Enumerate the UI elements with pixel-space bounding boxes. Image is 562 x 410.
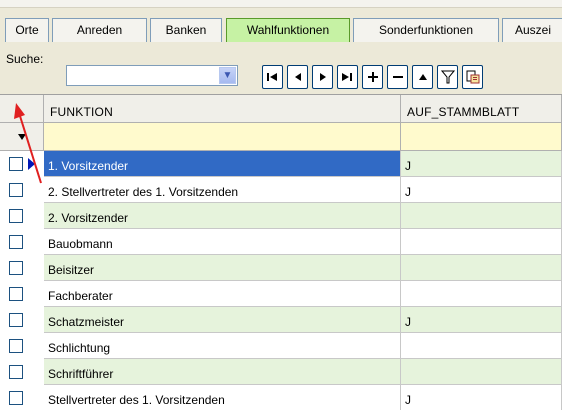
export-icon bbox=[466, 70, 479, 84]
add-record-icon bbox=[367, 72, 378, 82]
cell-auf-stammblatt[interactable] bbox=[401, 333, 562, 359]
cell-funktion[interactable]: Schatzmeister bbox=[44, 307, 401, 333]
cell-funktion[interactable]: 2. Stellvertreter des 1. Vorsitzenden bbox=[44, 177, 401, 203]
row-checkbox[interactable] bbox=[9, 157, 23, 171]
first-record-icon bbox=[267, 73, 277, 81]
data-grid: FUNKTION AUF_STAMMBLATT 1. Vorsitzender J… bbox=[0, 94, 562, 410]
up-icon bbox=[418, 74, 427, 80]
delete-record-button[interactable] bbox=[387, 65, 408, 89]
tab-sonderfunktionen[interactable]: Sonderfunktionen bbox=[353, 18, 499, 42]
row-checkbox[interactable] bbox=[9, 391, 23, 405]
cell-auf-stammblatt[interactable] bbox=[401, 203, 562, 229]
cell-funktion[interactable]: Schriftführer bbox=[44, 359, 401, 385]
search-toolbar: Suche: ▼ bbox=[0, 44, 562, 94]
up-button[interactable] bbox=[412, 65, 433, 89]
table-row[interactable]: Fachberater bbox=[0, 281, 562, 307]
cell-auf-stammblatt[interactable] bbox=[401, 255, 562, 281]
cell-auf-stammblatt[interactable] bbox=[401, 229, 562, 255]
tab-anreden[interactable]: Anreden bbox=[52, 18, 147, 42]
cell-funktion[interactable]: Stellvertreter des 1. Vorsitzenden bbox=[44, 385, 401, 410]
row-checkbox[interactable] bbox=[9, 209, 23, 223]
next-record-icon bbox=[319, 73, 326, 81]
export-button[interactable] bbox=[462, 65, 483, 89]
table-row[interactable]: Schlichtung bbox=[0, 333, 562, 359]
filter-row-selector bbox=[0, 123, 44, 151]
cell-auf-stammblatt[interactable]: J bbox=[401, 151, 562, 177]
row-checkbox[interactable] bbox=[9, 261, 23, 275]
table-row[interactable]: Bauobmann bbox=[0, 229, 562, 255]
table-row[interactable]: Beisitzer bbox=[0, 255, 562, 281]
sort-down-icon[interactable] bbox=[0, 123, 44, 151]
tab-bar-top bbox=[0, 0, 562, 8]
filter-input-funktion[interactable] bbox=[44, 123, 401, 151]
column-header-auf-stammblatt[interactable]: AUF_STAMMBLATT bbox=[401, 95, 562, 123]
cell-auf-stammblatt[interactable]: J bbox=[401, 177, 562, 203]
row-checkbox[interactable] bbox=[9, 313, 23, 327]
prev-record-icon bbox=[294, 73, 301, 81]
tab-auszeichnungen[interactable]: Auszei bbox=[502, 18, 562, 42]
tab-wahlfunktionen[interactable]: Wahlfunktionen bbox=[226, 18, 350, 42]
filter-input-auf-stammblatt[interactable] bbox=[401, 123, 562, 151]
table-row[interactable]: Stellvertreter des 1. Vorsitzenden J bbox=[0, 385, 562, 410]
table-row[interactable]: Schatzmeister J bbox=[0, 307, 562, 333]
row-checkbox[interactable] bbox=[9, 235, 23, 249]
cell-funktion[interactable]: 1. Vorsitzender bbox=[44, 151, 401, 177]
tab-orte[interactable]: Orte bbox=[5, 18, 49, 42]
tab-bar: Orte Anreden Banken Wahlfunktionen Sonde… bbox=[0, 0, 562, 44]
column-header-funktion[interactable]: FUNKTION bbox=[44, 95, 401, 123]
first-record-button[interactable] bbox=[262, 65, 283, 89]
search-combobox[interactable]: ▼ bbox=[66, 65, 238, 86]
table-row[interactable]: Schriftführer bbox=[0, 359, 562, 385]
table-row[interactable]: 1. Vorsitzender J bbox=[0, 151, 562, 177]
cell-auf-stammblatt[interactable]: J bbox=[401, 307, 562, 333]
cell-funktion[interactable]: Schlichtung bbox=[44, 333, 401, 359]
cell-funktion[interactable]: Bauobmann bbox=[44, 229, 401, 255]
search-label: Suche: bbox=[6, 52, 44, 66]
cell-funktion[interactable]: Beisitzer bbox=[44, 255, 401, 281]
table-row[interactable]: 2. Vorsitzender bbox=[0, 203, 562, 229]
tab-banken[interactable]: Banken bbox=[150, 18, 222, 42]
cell-auf-stammblatt[interactable]: J bbox=[401, 385, 562, 410]
cell-auf-stammblatt[interactable] bbox=[401, 359, 562, 385]
filter-icon bbox=[440, 70, 455, 84]
cell-funktion[interactable]: Fachberater bbox=[44, 281, 401, 307]
table-row[interactable]: 2. Stellvertreter des 1. Vorsitzenden J bbox=[0, 177, 562, 203]
row-selector-header[interactable] bbox=[0, 95, 44, 123]
current-row-indicator-icon bbox=[28, 158, 35, 170]
row-checkbox[interactable] bbox=[9, 183, 23, 197]
add-record-button[interactable] bbox=[362, 65, 383, 89]
row-checkbox[interactable] bbox=[9, 339, 23, 353]
chevron-down-icon[interactable]: ▼ bbox=[219, 67, 236, 84]
row-checkbox[interactable] bbox=[9, 365, 23, 379]
cell-funktion[interactable]: 2. Vorsitzender bbox=[44, 203, 401, 229]
filter-button[interactable] bbox=[437, 65, 458, 89]
last-record-icon bbox=[342, 73, 352, 81]
next-record-button[interactable] bbox=[312, 65, 333, 89]
prev-record-button[interactable] bbox=[287, 65, 308, 89]
delete-record-icon bbox=[392, 76, 403, 78]
row-checkbox[interactable] bbox=[9, 287, 23, 301]
last-record-button[interactable] bbox=[337, 65, 358, 89]
cell-auf-stammblatt[interactable] bbox=[401, 281, 562, 307]
